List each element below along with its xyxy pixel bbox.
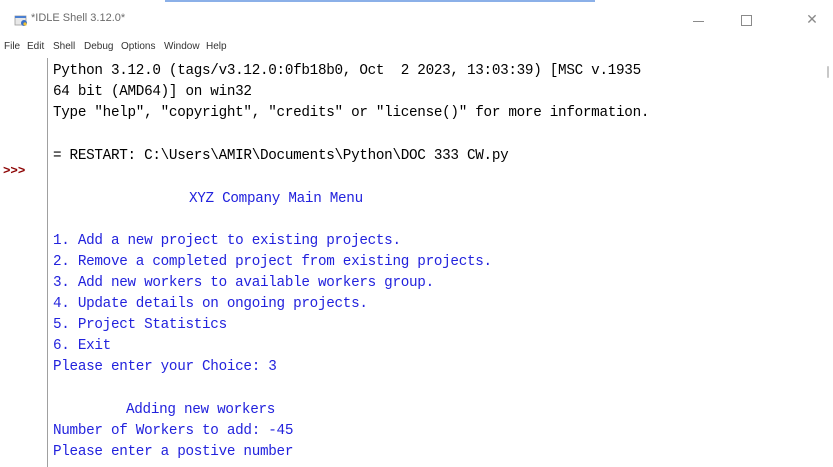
menu-window[interactable]: Window (164, 41, 200, 52)
menu-option-3: 3. Add new workers to available workers … (53, 275, 434, 291)
banner-line-3: Type "help", "copyright", "credits" or "… (53, 105, 650, 121)
menu-options[interactable]: Options (121, 41, 155, 52)
prompt-gutter (0, 58, 47, 467)
shell-output-area[interactable]: Python 3.12.0 (tags/v3.12.0:0fb18b0, Oct… (53, 58, 823, 467)
menu-help[interactable]: Help (206, 41, 227, 52)
scrollbar-thumb[interactable] (827, 66, 829, 78)
vertical-scrollbar[interactable] (823, 58, 833, 467)
banner-line-1: Python 3.12.0 (tags/v3.12.0:0fb18b0, Oct… (53, 63, 641, 79)
menu-option-4: 4. Update details on ongoing projects. (53, 296, 368, 312)
close-button[interactable]: ✕ (802, 10, 822, 30)
banner-line-2: 64 bit (AMD64)] on win32 (53, 84, 252, 100)
section-title: Adding new workers (126, 402, 276, 418)
menu-title: XYZ Company Main Menu (189, 191, 363, 207)
maximize-button[interactable] (736, 10, 756, 30)
restart-line: = RESTART: C:\Users\AMIR\Documents\Pytho… (53, 148, 509, 164)
minimize-button[interactable] (688, 10, 708, 30)
close-icon: ✕ (806, 12, 818, 28)
menu-option-1: 1. Add a new project to existing project… (53, 233, 401, 249)
gutter-separator (47, 58, 48, 467)
window-title: *IDLE Shell 3.12.0* (31, 12, 126, 24)
minimize-icon (692, 20, 704, 22)
menu-option-6: 6. Exit (53, 338, 111, 354)
menu-shell[interactable]: Shell (53, 41, 75, 52)
error-message: Please enter a postive number (53, 444, 294, 460)
shell-prompt: >>> (3, 164, 26, 178)
title-bar-accent (165, 0, 595, 2)
menu-debug[interactable]: Debug (84, 41, 113, 52)
menu-file[interactable]: File (4, 41, 20, 52)
choice-prompt: Please enter your Choice: 3 (53, 359, 277, 375)
title-bar: *IDLE Shell 3.12.0* ✕ (0, 0, 833, 38)
idle-python-icon (14, 15, 27, 26)
menu-option-5: 5. Project Statistics (53, 317, 227, 333)
workers-prompt: Number of Workers to add: -45 (53, 423, 294, 439)
menu-bar: File Edit Shell Debug Options Window Hel… (0, 38, 833, 56)
menu-edit[interactable]: Edit (27, 41, 44, 52)
maximize-icon (740, 14, 752, 26)
menu-option-2: 2. Remove a completed project from exist… (53, 254, 492, 270)
